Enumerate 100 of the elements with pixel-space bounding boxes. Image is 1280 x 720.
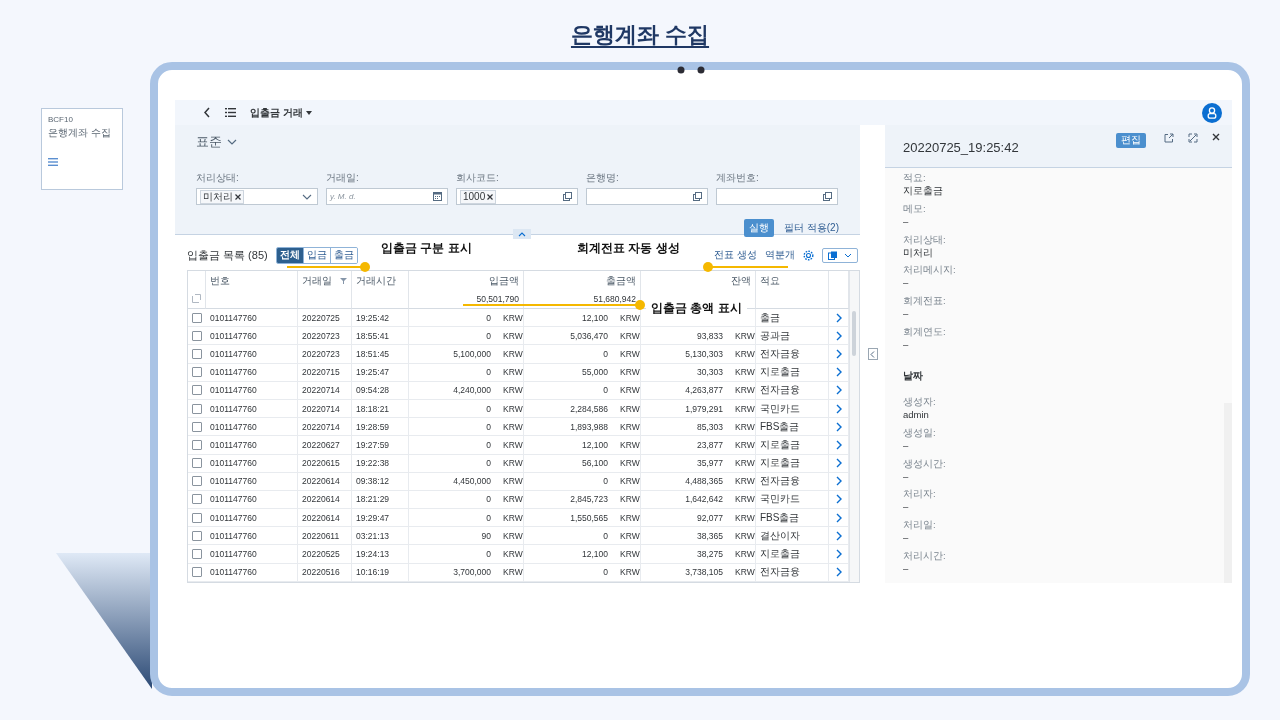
field-label: 생성자: [903, 394, 937, 408]
app-title-menu[interactable]: 입출금 거래 [250, 105, 312, 120]
filter-token[interactable]: 1000 [460, 189, 497, 204]
filter-field[interactable]: 1000 [456, 188, 578, 205]
scrollbar-thumb[interactable] [852, 311, 856, 356]
table-cell: 0101147760 [210, 421, 257, 432]
column-header[interactable]: 적요 [760, 273, 780, 288]
table-cell: 93,833 [697, 330, 723, 341]
column-header[interactable]: 거래시간 [356, 273, 396, 288]
callout-dot [703, 262, 713, 272]
row-checkbox[interactable] [192, 348, 202, 359]
field-value: – [903, 562, 910, 577]
table-cell: 19:27:59 [356, 439, 390, 450]
app-tile[interactable]: BCF10 은행계좌 수집 [41, 108, 123, 190]
table-cell: 38,365 [697, 530, 723, 541]
field-value: 미처리 [903, 245, 934, 260]
table-cell: 19:28:59 [356, 421, 390, 432]
table-cell: 18:51:45 [356, 348, 390, 359]
table-cell: 19:29:47 [356, 512, 390, 523]
table-cell: 0101147760 [210, 549, 257, 560]
table-cell: 19:25:47 [356, 367, 390, 378]
table-cell: 20220525 [302, 549, 340, 560]
toolbar-action[interactable]: 역분개 [765, 248, 795, 262]
row-checkbox[interactable] [192, 512, 202, 523]
toolbar-action[interactable]: 전표 생성 [714, 248, 757, 262]
filter-field[interactable] [586, 188, 708, 205]
table-cell: 0 [603, 348, 608, 359]
collapse-header-button[interactable] [513, 229, 531, 239]
table-cell: 20220614 [302, 494, 340, 505]
filter-field[interactable]: 미처리 [196, 188, 318, 205]
table-cell: 90 [481, 530, 491, 541]
row-checkbox[interactable] [192, 494, 202, 505]
variant-selector[interactable]: 표준 [196, 133, 237, 151]
table-cell: 지로출금 [760, 456, 800, 471]
field-value: – [903, 338, 910, 353]
table-cell: 전자금융 [760, 383, 800, 398]
table-cell: 0 [603, 567, 608, 578]
field-label: 처리시간: [903, 549, 947, 563]
row-checkbox[interactable] [192, 458, 202, 469]
back-icon[interactable] [203, 107, 211, 118]
list-icon[interactable] [225, 108, 236, 117]
adapt-filters-button[interactable]: 필터 적용(2) [784, 221, 839, 235]
field-value: – [903, 531, 910, 546]
table-cell: 2,284,586 [570, 403, 608, 414]
settings-icon[interactable] [803, 249, 814, 261]
table-cell: 5,036,470 [570, 330, 608, 341]
remove-icon[interactable] [487, 193, 494, 200]
remove-icon[interactable] [235, 193, 241, 200]
table-cell: 4,240,000 [453, 385, 491, 396]
filter-label: 처리상태: [196, 171, 240, 185]
close-icon[interactable] [1212, 133, 1220, 141]
export-button[interactable] [822, 247, 858, 263]
table-cell: 결산이자 [760, 528, 800, 543]
row-checkbox[interactable] [192, 312, 202, 323]
table-cell: 지로출금 [760, 365, 800, 380]
table-cell: 4,263,877 [685, 385, 723, 396]
field-label: 처리자: [903, 487, 937, 501]
filter-field[interactable] [716, 188, 838, 205]
table-cell: 12,100 [582, 312, 608, 323]
avatar-icon[interactable] [1202, 102, 1222, 123]
table-cell: 0 [486, 367, 491, 378]
field-value: admin [903, 407, 930, 422]
row-checkbox[interactable] [192, 367, 202, 378]
table-cell: 20220615 [302, 458, 340, 469]
table-cell: 1,550,565 [570, 512, 608, 523]
table-cell: 4,450,000 [453, 476, 491, 487]
share-icon[interactable] [1164, 133, 1174, 143]
table-cell: 0101147760 [210, 403, 257, 414]
table-cell: 85,303 [697, 421, 723, 432]
row-checkbox[interactable] [192, 567, 202, 578]
column-header[interactable]: 출금액 [606, 273, 636, 288]
column-header[interactable]: 입금액 [489, 273, 519, 288]
row-checkbox[interactable] [192, 530, 202, 541]
table-cell: 0101147760 [210, 348, 257, 359]
row-checkbox[interactable] [192, 385, 202, 396]
table-cell: 전자금융 [760, 474, 800, 489]
table-cell: 92,077 [697, 512, 723, 523]
table-cell: 20220715 [302, 367, 340, 378]
table-cell: 20220516 [302, 567, 340, 578]
column-header[interactable]: 번호 [210, 273, 230, 288]
filter-token[interactable]: 미처리 [200, 189, 244, 204]
table-cell: 0 [486, 403, 491, 414]
slide-title: 은행계좌 수집 [570, 21, 710, 49]
row-checkbox[interactable] [192, 439, 202, 450]
table-cell: 20220714 [302, 421, 340, 432]
calendar-icon [433, 192, 442, 201]
table-cell: 0101147760 [210, 385, 257, 396]
filter-label: 거래일: [326, 171, 360, 185]
table-cell: 3,738,105 [685, 567, 723, 578]
fullscreen-icon[interactable] [1188, 133, 1198, 143]
table-cell: 0101147760 [210, 439, 257, 450]
column-header[interactable]: 거래일 [302, 273, 332, 288]
row-checkbox[interactable] [192, 421, 202, 432]
segment-button[interactable]: 전체 [276, 247, 304, 263]
row-checkbox[interactable] [192, 403, 202, 414]
table-cell: 0101147760 [210, 458, 257, 469]
column-header[interactable]: 잔액 [731, 273, 751, 288]
row-checkbox[interactable] [192, 476, 202, 487]
row-checkbox[interactable] [192, 549, 202, 560]
row-checkbox[interactable] [192, 330, 202, 341]
